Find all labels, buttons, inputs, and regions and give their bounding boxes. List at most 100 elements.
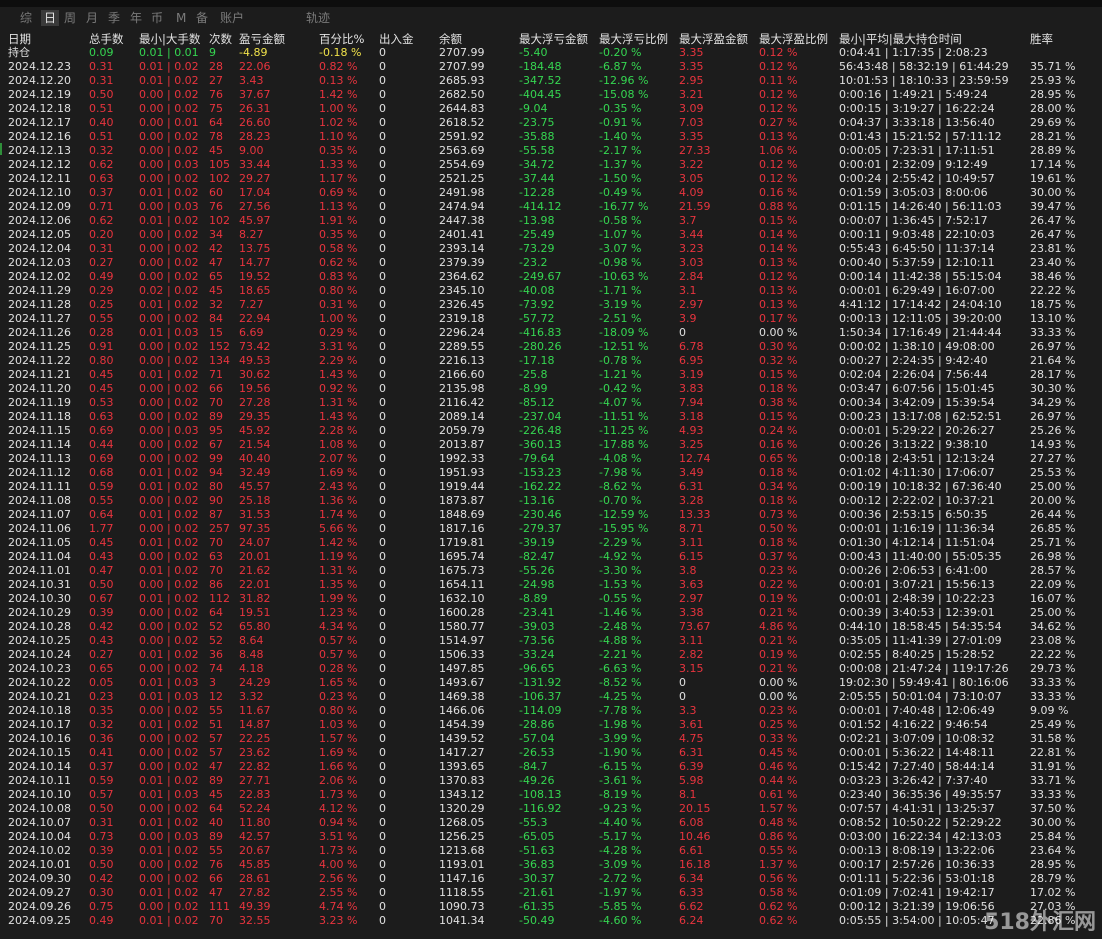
table-row[interactable]: 2024.11.08 0.55 0.00 | 0.02 90 25.18 1.36 % 0 1… <box>0 494 1102 508</box>
table-row[interactable]: 2024.10.23 0.65 0.00 | 0.02 74 4.18 0.28 % 0 14… <box>0 662 1102 676</box>
table-row[interactable]: 2024.12.13 0.32 0.00 | 0.02 45 9.00 0.35 % 0 25… <box>0 144 1102 158</box>
header-trade-count[interactable]: 次数 <box>209 32 232 46</box>
table-row[interactable]: 2024.09.27 0.30 0.01 | 0.02 47 27.82 2.55 % 0 1… <box>0 886 1102 900</box>
table-row[interactable]: 2024.10.14 0.37 0.00 | 0.02 47 22.82 1.66 % 0 1… <box>0 760 1102 774</box>
table-row[interactable]: 2024.11.04 0.43 0.00 | 0.02 63 20.01 1.19 % 0 1… <box>0 550 1102 564</box>
daily-stats-table[interactable]: 日期 总手数 最小|大手数 次数 盈亏金额 百分比% 出入金 余额 最大浮亏金额 最大浮亏比例 最大… <box>0 29 1102 939</box>
cell-total-lots: 0.50 <box>89 858 114 871</box>
table-row[interactable]: 2024.10.25 0.43 0.00 | 0.02 52 8.64 0.57 % 0 15… <box>0 634 1102 648</box>
table-row[interactable]: 2024.10.30 0.67 0.01 | 0.02 112 31.82 1.99 % 0… <box>0 592 1102 606</box>
table-row[interactable]: 2024.09.26 0.75 0.00 | 0.02 111 49.39 4.74 % 0… <box>0 900 1102 914</box>
table-row[interactable]: 2024.10.24 0.27 0.01 | 0.02 36 8.48 0.57 % 0 15… <box>0 648 1102 662</box>
table-row[interactable]: 2024.11.28 0.25 0.01 | 0.02 32 7.27 0.31 % 0 23… <box>0 298 1102 312</box>
table-row[interactable]: 2024.11.18 0.63 0.00 | 0.02 89 29.35 1.43 % 0 2… <box>0 410 1102 424</box>
cell-pnl-percent: 1.69 % <box>319 746 358 759</box>
table-row[interactable]: 2024.11.05 0.45 0.01 | 0.02 70 24.07 1.42 % 0 1… <box>0 536 1102 550</box>
header-holding-time[interactable]: 最小|平均|最大持仓时间 <box>839 32 962 46</box>
table-row[interactable]: 2024.10.17 0.32 0.01 | 0.02 51 14.87 1.03 % 0 1… <box>0 718 1102 732</box>
table-row[interactable]: 2024.10.31 0.50 0.00 | 0.02 86 22.01 1.35 % 0 1… <box>0 578 1102 592</box>
table-row[interactable]: 2024.12.02 0.49 0.00 | 0.02 65 19.52 0.83 % 0 2… <box>0 270 1102 284</box>
tab-7[interactable]: M <box>176 10 186 26</box>
tab-10[interactable]: 轨迹 <box>306 10 330 26</box>
table-row[interactable]: 2024.12.23 0.31 0.01 | 0.02 28 22.06 0.82 % 0 2… <box>0 60 1102 74</box>
table-row[interactable]: 2024.11.07 0.64 0.01 | 0.02 87 31.53 1.74 % 0 1… <box>0 508 1102 522</box>
table-row[interactable]: 2024.12.05 0.20 0.00 | 0.02 34 8.27 0.35 % 0 24… <box>0 228 1102 242</box>
table-row[interactable]: 2024.12.16 0.51 0.00 | 0.02 78 28.23 1.10 % 0 2… <box>0 130 1102 144</box>
table-row[interactable]: 2024.10.28 0.42 0.00 | 0.02 52 65.80 4.34 % 0 1… <box>0 620 1102 634</box>
table-row[interactable]: 2024.10.02 0.39 0.01 | 0.02 55 20.67 1.73 % 0 1… <box>0 844 1102 858</box>
table-row[interactable]: 2024.10.01 0.50 0.00 | 0.02 76 45.85 4.00 % 0 1… <box>0 858 1102 872</box>
table-row[interactable]: 2024.09.30 0.42 0.00 | 0.02 66 28.61 2.56 % 0 1… <box>0 872 1102 886</box>
tab-5[interactable]: 年 <box>130 10 142 26</box>
tab-4[interactable]: 季 <box>108 10 120 26</box>
table-row[interactable]: 2024.12.10 0.37 0.01 | 0.02 60 17.04 0.69 % 0 2… <box>0 186 1102 200</box>
cell-total-lots: 0.69 <box>89 424 114 437</box>
tab-2[interactable]: 周 <box>64 10 76 26</box>
table-row[interactable]: 2024.10.04 0.73 0.00 | 0.03 89 42.57 3.51 % 0 1… <box>0 830 1102 844</box>
header-pnl-amount[interactable]: 盈亏金额 <box>239 32 285 46</box>
table-row[interactable]: 2024.11.21 0.45 0.01 | 0.02 71 30.62 1.43 % 0 2… <box>0 368 1102 382</box>
summary-row[interactable]: 持仓 0.09 0.01 | 0.01 9 -4.89 -0.18 % 0 2707.99 -5… <box>0 46 1102 60</box>
table-row[interactable]: 2024.10.10 0.57 0.01 | 0.03 45 22.83 1.73 % 0 1… <box>0 788 1102 802</box>
table-row[interactable]: 2024.10.22 0.05 0.01 | 0.03 3 24.29 1.65 % 0 14… <box>0 676 1102 690</box>
table-row[interactable]: 2024.12.06 0.62 0.01 | 0.02 102 45.97 1.91 % 0… <box>0 214 1102 228</box>
table-row[interactable]: 2024.11.27 0.55 0.00 | 0.02 84 22.94 1.00 % 0 2… <box>0 312 1102 326</box>
table-row[interactable]: 2024.11.06 1.77 0.00 | 0.02 257 97.35 5.66 % 0… <box>0 522 1102 536</box>
table-row[interactable]: 2024.10.07 0.31 0.01 | 0.02 40 11.80 0.94 % 0 1… <box>0 816 1102 830</box>
cell-balance: 1118.55 <box>439 886 485 899</box>
tab-6[interactable]: 币 <box>151 10 163 26</box>
table-row[interactable]: 2024.10.08 0.50 0.00 | 0.02 64 52.24 4.12 % 0 1… <box>0 802 1102 816</box>
cell-pnl-percent: 1.23 % <box>319 606 358 619</box>
table-row[interactable]: 2024.12.17 0.40 0.00 | 0.01 64 26.60 1.02 % 0 2… <box>0 116 1102 130</box>
table-row[interactable]: 2024.12.09 0.71 0.00 | 0.03 76 27.56 1.13 % 0 2… <box>0 200 1102 214</box>
cell-max-floating-loss: -21.61 <box>519 886 555 899</box>
tab-9[interactable]: 账户 <box>220 10 244 26</box>
cell-min-max-lots: 0.01 | 0.02 <box>139 74 199 87</box>
table-row[interactable]: 2024.11.15 0.69 0.00 | 0.03 95 45.92 2.28 % 0 2… <box>0 424 1102 438</box>
tab-0[interactable]: 综 <box>20 10 32 26</box>
table-row[interactable]: 2024.11.26 0.28 0.01 | 0.03 15 6.69 0.29 % 0 22… <box>0 326 1102 340</box>
table-row[interactable]: 2024.09.25 0.49 0.01 | 0.02 70 32.55 3.23 % 0 1… <box>0 914 1102 928</box>
cell-total-lots: 0.50 <box>89 802 114 815</box>
table-row[interactable]: 2024.11.12 0.68 0.01 | 0.02 94 32.49 1.69 % 0 1… <box>0 466 1102 480</box>
header-deposit-withdrawal[interactable]: 出入金 <box>379 32 414 46</box>
table-row[interactable]: 2024.11.29 0.29 0.02 | 0.02 45 18.65 0.80 % 0 2… <box>0 284 1102 298</box>
header-pnl-percent[interactable]: 百分比% <box>319 32 364 46</box>
table-row[interactable]: 2024.11.19 0.53 0.00 | 0.02 70 27.28 1.31 % 0 2… <box>0 396 1102 410</box>
table-row[interactable]: 2024.12.19 0.50 0.00 | 0.02 76 37.67 1.42 % 0 2… <box>0 88 1102 102</box>
table-row[interactable]: 2024.11.01 0.47 0.01 | 0.02 70 21.62 1.31 % 0 1… <box>0 564 1102 578</box>
header-max-floating-loss-pct[interactable]: 最大浮亏比例 <box>599 32 668 46</box>
table-row[interactable]: 2024.12.11 0.63 0.00 | 0.02 102 29.27 1.17 % 0… <box>0 172 1102 186</box>
header-max-floating-loss[interactable]: 最大浮亏金额 <box>519 32 588 46</box>
tab-3[interactable]: 月 <box>86 10 98 26</box>
cell-deposit-withdrawal: 0 <box>379 592 386 605</box>
header-max-floating-profit-pct[interactable]: 最大浮盈比例 <box>759 32 828 46</box>
table-row[interactable]: 2024.10.29 0.39 0.00 | 0.02 64 19.51 1.23 % 0 1… <box>0 606 1102 620</box>
cell-trade-count: 45 <box>209 788 223 801</box>
table-row[interactable]: 2024.12.18 0.51 0.00 | 0.02 75 26.31 1.00 % 0 2… <box>0 102 1102 116</box>
header-min-max-lots[interactable]: 最小|大手数 <box>139 32 200 46</box>
table-row[interactable]: 2024.11.20 0.45 0.00 | 0.02 66 19.56 0.92 % 0 2… <box>0 382 1102 396</box>
table-row[interactable]: 2024.11.22 0.80 0.00 | 0.02 134 49.53 2.29 % 0… <box>0 354 1102 368</box>
header-win-rate[interactable]: 胜率 <box>1030 32 1053 46</box>
header-date[interactable]: 日期 <box>8 32 31 46</box>
header-total-lots[interactable]: 总手数 <box>89 32 124 46</box>
table-row[interactable]: 2024.12.20 0.31 0.01 | 0.02 27 3.43 0.13 % 0 26… <box>0 74 1102 88</box>
tab-1[interactable]: 日 <box>41 10 60 26</box>
table-row[interactable]: 2024.11.25 0.91 0.00 | 0.02 152 73.42 3.31 % 0… <box>0 340 1102 354</box>
tab-8[interactable]: 备 <box>196 10 208 26</box>
table-row[interactable]: 2024.10.15 0.41 0.00 | 0.02 57 23.62 1.69 % 0 1… <box>0 746 1102 760</box>
table-row[interactable]: 2024.11.13 0.69 0.00 | 0.02 99 40.40 2.07 % 0 1… <box>0 452 1102 466</box>
header-max-floating-profit[interactable]: 最大浮盈金额 <box>679 32 748 46</box>
table-row[interactable]: 2024.10.11 0.59 0.01 | 0.02 89 27.71 2.06 % 0 1… <box>0 774 1102 788</box>
table-row[interactable]: 2024.12.12 0.62 0.00 | 0.03 105 33.44 1.33 % 0… <box>0 158 1102 172</box>
table-row[interactable]: 2024.10.18 0.35 0.00 | 0.02 55 11.67 0.80 % 0 1… <box>0 704 1102 718</box>
table-row[interactable]: 2024.11.11 0.59 0.01 | 0.02 80 45.57 2.43 % 0 1… <box>0 480 1102 494</box>
table-row[interactable]: 2024.11.14 0.44 0.00 | 0.02 67 21.54 1.08 % 0 2… <box>0 438 1102 452</box>
table-row[interactable]: 2024.10.16 0.36 0.00 | 0.02 57 22.25 1.57 % 0 1… <box>0 732 1102 746</box>
header-balance[interactable]: 余额 <box>439 32 462 46</box>
cell-pnl-amount: 24.07 <box>239 536 271 549</box>
table-row[interactable]: 2024.12.03 0.27 0.00 | 0.02 47 14.77 0.62 % 0 2… <box>0 256 1102 270</box>
table-row[interactable]: 2024.10.21 0.23 0.01 | 0.03 12 3.32 0.23 % 0 14… <box>0 690 1102 704</box>
table-row[interactable]: 2024.12.04 0.31 0.00 | 0.02 42 13.75 0.58 % 0 2… <box>0 242 1102 256</box>
